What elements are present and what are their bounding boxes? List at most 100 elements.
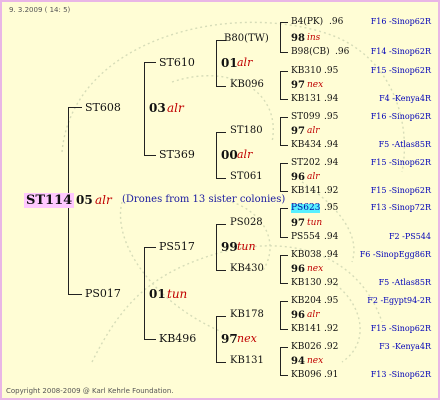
gen4-mother-ref: F15 -Sinop62R [370,66,431,75]
bracket-gen4 [280,208,281,237]
gen4-father-year: .94 [324,140,339,150]
gen4-mother[interactable]: ST099 [291,113,320,122]
gen4-father[interactable]: KB434 [291,141,322,150]
copyright-footer: Copyright 2008-2009 @ Karl Kehrle Founda… [6,387,174,395]
gen4-mother-ref: F16 -Sinop62R [370,17,431,26]
bracket-gen4 [280,255,281,283]
gen4-father-year: .94 [324,94,339,104]
gen2-queen[interactable]: KB496 [159,333,196,344]
gen4-father[interactable]: KB096 [291,371,322,380]
gen4-mother[interactable]: KB038 [291,251,322,260]
connector [216,270,226,271]
gen4-father[interactable]: KB130 [291,279,322,288]
gen2-queen[interactable]: PS517 [159,241,195,252]
gen4-mother[interactable]: ST202 [291,159,320,168]
gen3-queen[interactable]: B80(TW) [224,34,269,44]
gen3-queen[interactable]: PS028 [230,218,263,228]
gen4-mother-ref: F2 -Egypt94-2R [367,296,431,305]
bracket-gen3 [216,316,217,362]
connector [68,294,82,295]
gen4-father[interactable]: KB131 [291,95,322,104]
connector [216,178,226,179]
gen2-queen[interactable]: ST610 [159,57,195,68]
bracket-gen3 [216,224,217,270]
connector [280,145,288,146]
connector [280,71,288,72]
gen4-annotation: nex [307,80,324,90]
root-annotation: alr [95,193,112,207]
gen4-father-ref: F15 -Sinop62R [370,186,431,195]
root-queen[interactable]: ST114 [24,193,75,208]
print-date: 9. 3.2009 ( 14: 5) [9,6,71,14]
gen4-father[interactable]: PS554 [291,233,320,242]
connector [68,107,82,108]
gen3-queen[interactable]: ST180 [230,126,263,136]
gen4-father[interactable]: B98(CB) [291,48,330,57]
gen4-annotation: nex [307,264,324,274]
connector [280,117,288,118]
connector [280,347,288,348]
root-year: 05 [76,193,93,207]
gen4-mother-ref: F15 -Sinop62R [370,158,431,167]
gen2-year: 00 [221,148,238,162]
gen4-mother[interactable]: KB310 [291,67,322,76]
connector [144,339,156,340]
gen4-mother[interactable]: B4(PK) [291,18,323,27]
gen3-queen[interactable]: KB131 [230,356,264,366]
connector [280,375,288,376]
gen4-father-year: .92 [324,324,339,334]
gen4-father-ref: F14 -Sinop62R [370,47,431,56]
drones-note: (Drones from 13 sister colonies) [122,194,286,205]
gen4-year: 96 [291,172,305,183]
gen4-father[interactable]: KB141 [291,325,322,334]
gen4-annotation: alr [307,172,320,182]
gen2-queen[interactable]: ST369 [159,149,195,160]
gen3-queen[interactable]: KB178 [230,310,264,320]
gen4-father-ref: F5 -Atlas85R [378,140,431,149]
gen4-mother-ref: F3 -Kenya4R [379,342,431,351]
gen1-queen[interactable]: ST608 [85,102,121,113]
gen4-mother-ref: F16 -Sinop62R [370,112,431,121]
gen4-year: 96 [291,264,305,275]
gen4-father-ref: F13 -Sinop62R [370,370,431,379]
gen1-annotation: alr [167,101,184,115]
gen2-annotation: tun [237,240,256,253]
gen4-annotation: nex [307,356,324,366]
gen1-year: 03 [149,101,166,115]
gen4-mother-ref: F13 -Sinop72R [370,203,431,212]
gen4-father[interactable]: KB141 [291,187,322,196]
connector [216,362,226,363]
gen3-queen[interactable]: KB430 [230,264,264,274]
bracket-gen4 [280,117,281,145]
gen3-queen[interactable]: ST061 [230,172,263,182]
gen4-year: 97 [291,80,305,91]
gen4-father-ref: F2 -PS544 [388,232,431,241]
connector [144,155,156,156]
gen4-mother-ref: F6 -SinopEgg86R [359,250,431,259]
gen3-queen[interactable]: KB096 [230,80,264,90]
gen4-mother-year: .95 [324,203,339,213]
gen4-year: 97 [291,126,305,137]
connector [216,132,226,133]
gen4-annotation: tun [307,218,323,228]
gen2-annotation: alr [237,148,253,161]
gen4-year: 96 [291,310,305,321]
gen1-year: 01 [149,287,166,301]
gen4-mother-highlighted[interactable]: PS623 [291,204,321,213]
connector [280,191,288,192]
gen4-mother-year: .94 [324,158,339,168]
gen4-mother-year: .92 [324,342,339,352]
gen4-mother[interactable]: KB026 [291,343,322,352]
gen1-queen[interactable]: PS017 [85,288,121,299]
gen2-annotation: alr [237,56,253,69]
gen4-father-ref: F5 -Atlas85R [378,278,431,287]
bracket-gen4 [280,71,281,99]
bracket-gen4 [280,163,281,191]
gen2-year: 01 [221,56,238,70]
gen4-mother[interactable]: KB204 [291,297,322,306]
bracket-gen2-a [144,62,145,155]
gen4-mother-year: .95 [324,112,339,122]
gen2-year: 99 [221,240,238,254]
gen4-mother-year: .96 [329,17,344,27]
connector [144,62,156,63]
